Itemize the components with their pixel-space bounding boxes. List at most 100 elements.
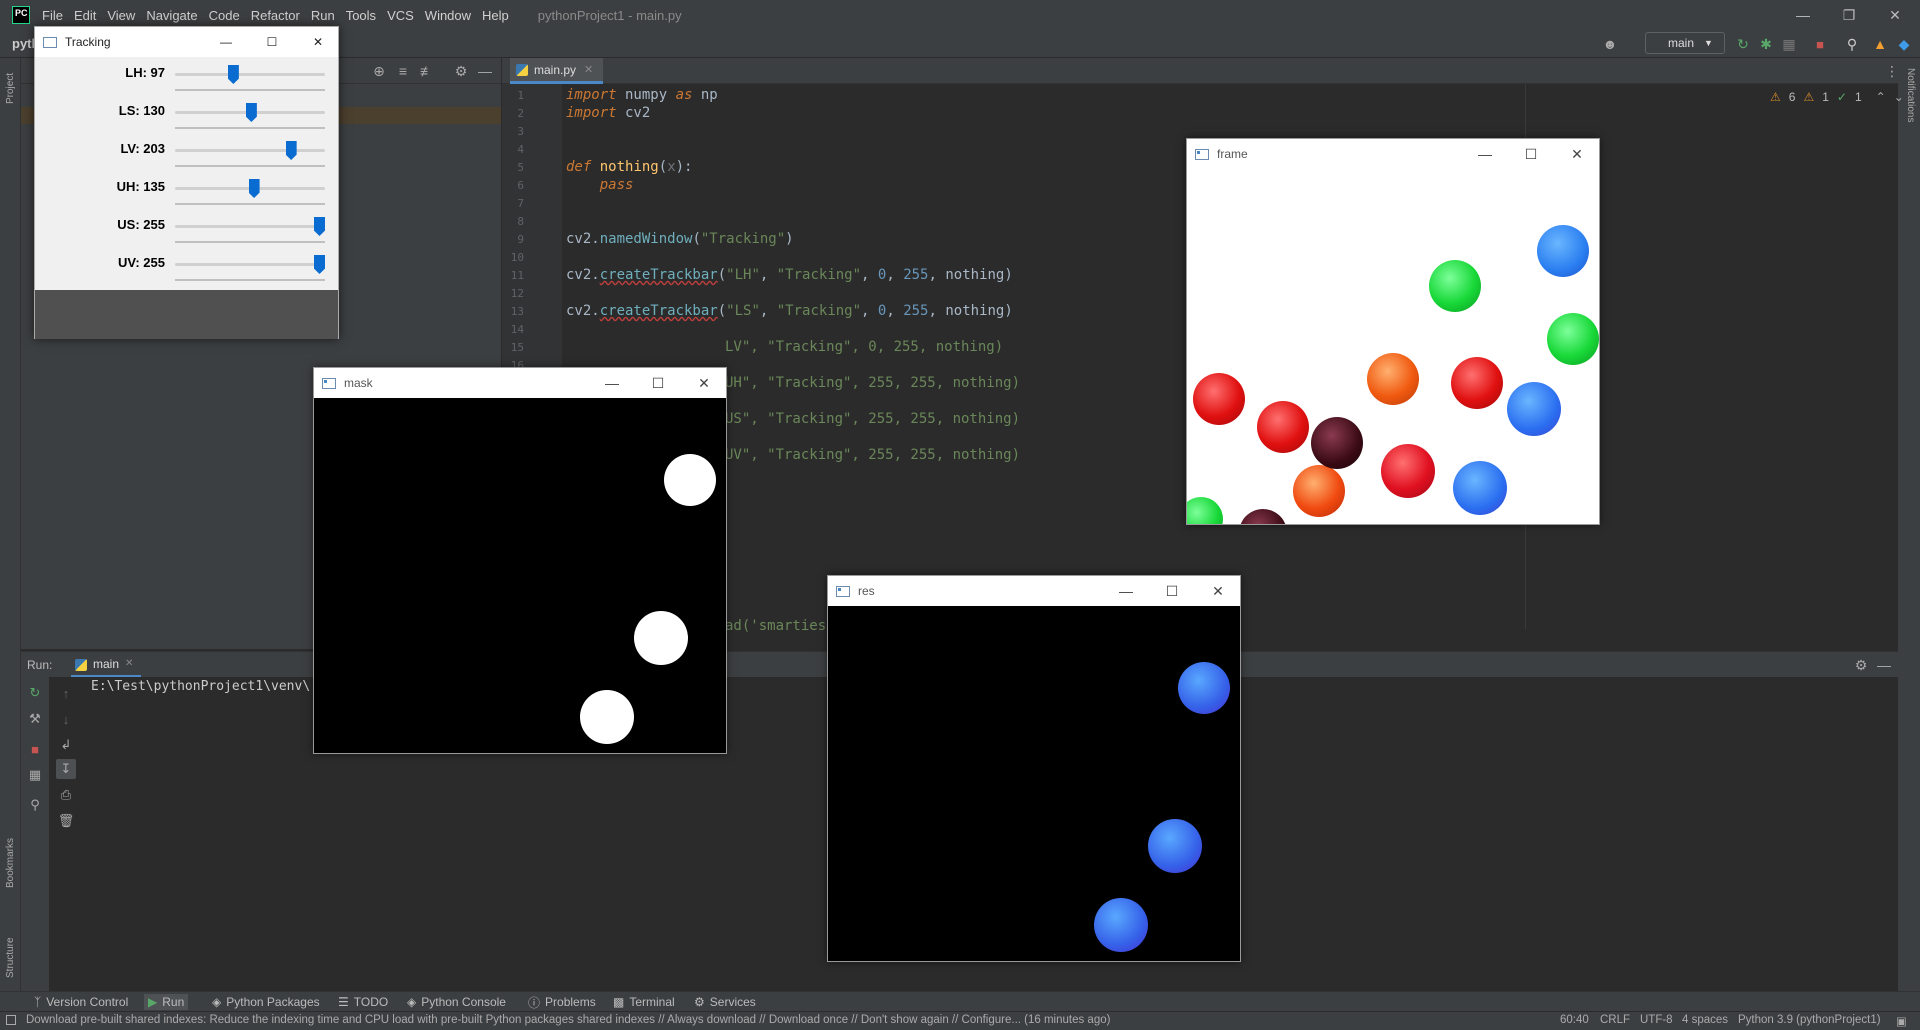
minimize-icon[interactable]: —	[1465, 139, 1505, 169]
tool-services[interactable]: ⚙ Services	[690, 994, 760, 1010]
menu-run[interactable]: Run	[311, 8, 335, 23]
file-encoding[interactable]: UTF-8	[1640, 1014, 1673, 1026]
minimize-icon[interactable]: —	[1780, 0, 1826, 30]
jetbrains-icon[interactable]: ◆	[1894, 34, 1914, 54]
minimize-icon[interactable]: —	[592, 368, 632, 398]
restore-icon[interactable]: ❐	[1826, 0, 1872, 30]
chevron-down-icon[interactable]: ⌄	[1894, 90, 1904, 104]
debug-icon[interactable]: ✱	[1756, 34, 1776, 54]
tool-problems[interactable]: ⓘ Problems	[524, 994, 600, 1010]
menu-vcs[interactable]: VCS	[387, 8, 414, 23]
scroll-to-end-icon[interactable]: ↧	[56, 759, 76, 779]
maximize-icon[interactable]: ☐	[638, 368, 678, 398]
code-line-fragment[interactable]: UV", "Tracking", 255, 255, nothing)	[725, 447, 1020, 463]
pin-icon[interactable]: ⚲	[25, 795, 45, 815]
print-icon[interactable]: ⎙	[56, 785, 76, 805]
maximize-icon[interactable]: ☐	[1511, 139, 1551, 169]
trackbar-thumb[interactable]	[314, 217, 325, 236]
menu-edit[interactable]: Edit	[74, 8, 96, 23]
notifications-tool-label[interactable]: Notifications	[1905, 68, 1916, 122]
arrow-down-icon[interactable]: ↓	[56, 709, 76, 729]
tracking-window[interactable]: Tracking — ☐ ✕ LH: 97 LS: 130 LV: 203 UH…	[34, 26, 339, 339]
frame-window-titlebar[interactable]: frame — ☐ ✕	[1187, 139, 1599, 169]
run-config-selector[interactable]: main ▼	[1645, 32, 1725, 54]
mask-window-titlebar[interactable]: mask — ☐ ✕	[314, 368, 726, 398]
close-tab-icon[interactable]: ✕	[125, 658, 133, 669]
res-window[interactable]: res — ☐ ✕	[827, 575, 1241, 962]
rerun-icon[interactable]: ↻	[25, 683, 45, 703]
coverage-icon[interactable]: ▦	[1779, 34, 1799, 54]
trackbar-thumb[interactable]	[227, 65, 239, 84]
menu-view[interactable]: View	[107, 8, 135, 23]
line-separator[interactable]: CRLF	[1600, 1014, 1630, 1026]
trackbar-track[interactable]	[175, 149, 325, 152]
expand-all-icon[interactable]: ≡	[393, 61, 413, 81]
tool-python-console[interactable]: ◈ Python Console	[403, 994, 510, 1010]
menu-file[interactable]: File	[42, 8, 63, 23]
maximize-icon[interactable]: ☐	[1152, 576, 1192, 606]
menu-tools[interactable]: Tools	[346, 8, 376, 23]
menu-navigate[interactable]: Navigate	[146, 8, 197, 23]
code-line-fragment[interactable]: ad('smarties	[725, 618, 826, 634]
trackbar-uh[interactable]: UH: 135	[35, 177, 338, 215]
project-tool-label[interactable]: Project	[5, 73, 16, 104]
trackbar-track[interactable]	[175, 225, 325, 228]
close-icon[interactable]: ✕	[295, 27, 341, 57]
trackbar-ls[interactable]: LS: 130	[35, 101, 338, 139]
user-icon[interactable]: ☻	[1600, 34, 1620, 54]
close-icon[interactable]: ✕	[684, 368, 724, 398]
res-window-titlebar[interactable]: res — ☐ ✕	[828, 576, 1240, 606]
trackbar-thumb[interactable]	[245, 103, 257, 122]
code-line-fragment[interactable]: LV", "Tracking", 0, 255, nothing)	[725, 339, 1003, 355]
structure-tool-label[interactable]: Structure	[5, 937, 16, 978]
tool-run[interactable]: ▶ Run	[144, 994, 189, 1010]
locate-icon[interactable]: ⊕	[369, 61, 389, 81]
gear-icon[interactable]: ⚙	[1851, 655, 1871, 675]
code-line[interactable]: pass	[566, 177, 634, 193]
hide-icon[interactable]: —	[475, 61, 495, 81]
gear-icon[interactable]: ⚙	[451, 61, 471, 81]
tool-todo[interactable]: ☰ TODO	[334, 994, 392, 1010]
search-icon[interactable]: ⚲	[1842, 34, 1862, 54]
hide-icon[interactable]: —	[1874, 655, 1894, 675]
code-line[interactable]: def nothing(x):	[566, 159, 692, 175]
trackbar-track[interactable]	[175, 73, 325, 76]
menu-refactor[interactable]: Refactor	[251, 8, 300, 23]
lock-icon[interactable]: ▣	[1896, 1014, 1907, 1028]
code-line[interactable]: cv2.namedWindow("Tracking")	[566, 231, 794, 247]
arrow-up-icon[interactable]: ↑	[56, 683, 76, 703]
tracking-window-titlebar[interactable]: Tracking — ☐ ✕	[35, 27, 338, 57]
caret-position[interactable]: 60:40	[1560, 1014, 1589, 1026]
run-tab-main[interactable]: main ✕	[71, 652, 142, 678]
code-line-fragment[interactable]: UH", "Tracking", 255, 255, nothing)	[725, 375, 1020, 391]
stop-icon[interactable]: ■	[1810, 34, 1830, 54]
close-tab-icon[interactable]: ✕	[584, 63, 593, 76]
wrench-icon[interactable]: ⚒	[25, 709, 45, 729]
tool-version-control[interactable]: ᛉ Version Control	[30, 994, 132, 1010]
trackbar-thumb[interactable]	[248, 179, 260, 198]
soft-wrap-icon[interactable]: ↲	[56, 735, 76, 755]
tool-python-packages[interactable]: ◈ Python Packages	[208, 994, 324, 1010]
maximize-icon[interactable]: ☐	[249, 27, 295, 57]
close-icon[interactable]: ✕	[1872, 0, 1918, 30]
code-line[interactable]: cv2.createTrackbar("LS", "Tracking", 0, …	[566, 303, 1013, 319]
status-message[interactable]: Download pre-built shared indexes: Reduc…	[26, 1014, 1110, 1026]
trackbar-lh[interactable]: LH: 97	[35, 63, 338, 101]
code-line-fragment[interactable]: US", "Tracking", 255, 255, nothing)	[725, 411, 1020, 427]
frame-window[interactable]: frame — ☐ ✕	[1186, 138, 1600, 525]
menu-window[interactable]: Window	[425, 8, 471, 23]
trackbar-lv[interactable]: LV: 203	[35, 139, 338, 177]
trash-icon[interactable]: 🗑	[56, 811, 76, 831]
chevron-up-icon[interactable]: ⌃	[1876, 90, 1886, 104]
update-icon[interactable]: ▲	[1870, 34, 1890, 54]
minimize-icon[interactable]: —	[1106, 576, 1146, 606]
trackbar-us[interactable]: US: 255	[35, 215, 338, 253]
trackbar-thumb[interactable]	[314, 255, 325, 274]
menu-code[interactable]: Code	[209, 8, 240, 23]
code-line[interactable]: import cv2	[566, 105, 650, 121]
indent-setting[interactable]: 4 spaces	[1682, 1014, 1728, 1026]
python-interpreter[interactable]: Python 3.9 (pythonProject1)	[1738, 1014, 1881, 1026]
trackbar-uv[interactable]: UV: 255	[35, 253, 338, 291]
rerun-icon[interactable]: ↻	[1733, 34, 1753, 54]
collapse-all-icon[interactable]: ≢	[417, 61, 437, 81]
